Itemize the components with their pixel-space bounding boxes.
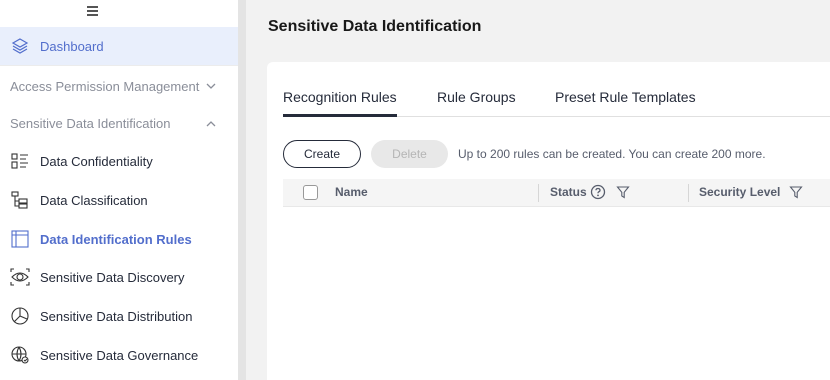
sidebar-item-sensitive-data-distribution[interactable]: Sensitive Data Distribution bbox=[0, 305, 238, 327]
sidebar-group-access-permission[interactable]: Access Permission Management bbox=[10, 79, 199, 94]
sidebar-item-label: Data Confidentiality bbox=[40, 153, 153, 169]
menu-icon[interactable] bbox=[86, 4, 100, 18]
chevron-down-icon[interactable] bbox=[205, 80, 217, 92]
confidentiality-icon bbox=[10, 151, 30, 171]
sidebar-scrollbar[interactable] bbox=[238, 0, 246, 380]
filter-icon[interactable] bbox=[788, 184, 804, 200]
sidebar-item-sensitive-data-discovery[interactable]: Sensitive Data Discovery bbox=[0, 266, 238, 288]
active-tab-indicator bbox=[283, 114, 397, 117]
create-button[interactable]: Create bbox=[283, 140, 361, 168]
sidebar-item-data-confidentiality[interactable]: Data Confidentiality bbox=[0, 150, 238, 172]
sidebar-group-sensitive-data[interactable]: Sensitive Data Identification bbox=[10, 116, 170, 131]
sidebar-item-data-identification-rules[interactable]: Data Identification Rules bbox=[0, 228, 238, 250]
sidebar-item-data-classification[interactable]: Data Classification bbox=[0, 189, 238, 211]
column-divider[interactable] bbox=[538, 184, 539, 202]
pie-chart-icon bbox=[10, 306, 30, 326]
sidebar-item-dashboard[interactable]: Dashboard bbox=[0, 27, 238, 65]
eye-icon bbox=[10, 267, 30, 287]
sidebar-item-label: Data Identification Rules bbox=[40, 231, 192, 247]
rule-quota-hint: Up to 200 rules can be created. You can … bbox=[458, 147, 766, 161]
tab-rule-groups[interactable]: Rule Groups bbox=[437, 89, 516, 105]
governance-icon bbox=[10, 345, 30, 365]
sidebar-item-label: Dashboard bbox=[40, 38, 104, 54]
column-header-name[interactable]: Name bbox=[335, 185, 368, 199]
rules-icon bbox=[10, 229, 30, 249]
divider bbox=[0, 65, 238, 66]
classification-icon bbox=[10, 190, 30, 210]
column-header-status[interactable]: Status bbox=[550, 185, 587, 199]
sidebar-item-label: Sensitive Data Discovery bbox=[40, 269, 185, 285]
filter-icon[interactable] bbox=[615, 184, 631, 200]
select-all-checkbox[interactable] bbox=[303, 185, 318, 200]
column-header-security-level[interactable]: Security Level bbox=[699, 185, 780, 199]
sidebar-item-label: Sensitive Data Governance bbox=[40, 347, 199, 363]
chevron-up-icon[interactable] bbox=[205, 118, 217, 130]
content-card bbox=[267, 62, 830, 380]
help-icon[interactable] bbox=[590, 184, 606, 200]
tab-preset-rule-templates[interactable]: Preset Rule Templates bbox=[555, 89, 696, 105]
tab-recognition-rules[interactable]: Recognition Rules bbox=[283, 89, 397, 105]
delete-button[interactable]: Delete bbox=[371, 140, 448, 168]
sidebar: Dashboard Access Permission Management S… bbox=[0, 0, 238, 380]
layers-icon bbox=[10, 36, 30, 56]
column-divider[interactable] bbox=[688, 184, 689, 202]
table-header: Name Status Security Level bbox=[283, 179, 830, 207]
sidebar-item-label: Data Classification bbox=[40, 192, 148, 208]
sidebar-item-label: Sensitive Data Distribution bbox=[40, 308, 193, 324]
page-title: Sensitive Data Identification bbox=[268, 18, 482, 35]
sidebar-item-sensitive-data-governance[interactable]: Sensitive Data Governance bbox=[0, 344, 238, 366]
